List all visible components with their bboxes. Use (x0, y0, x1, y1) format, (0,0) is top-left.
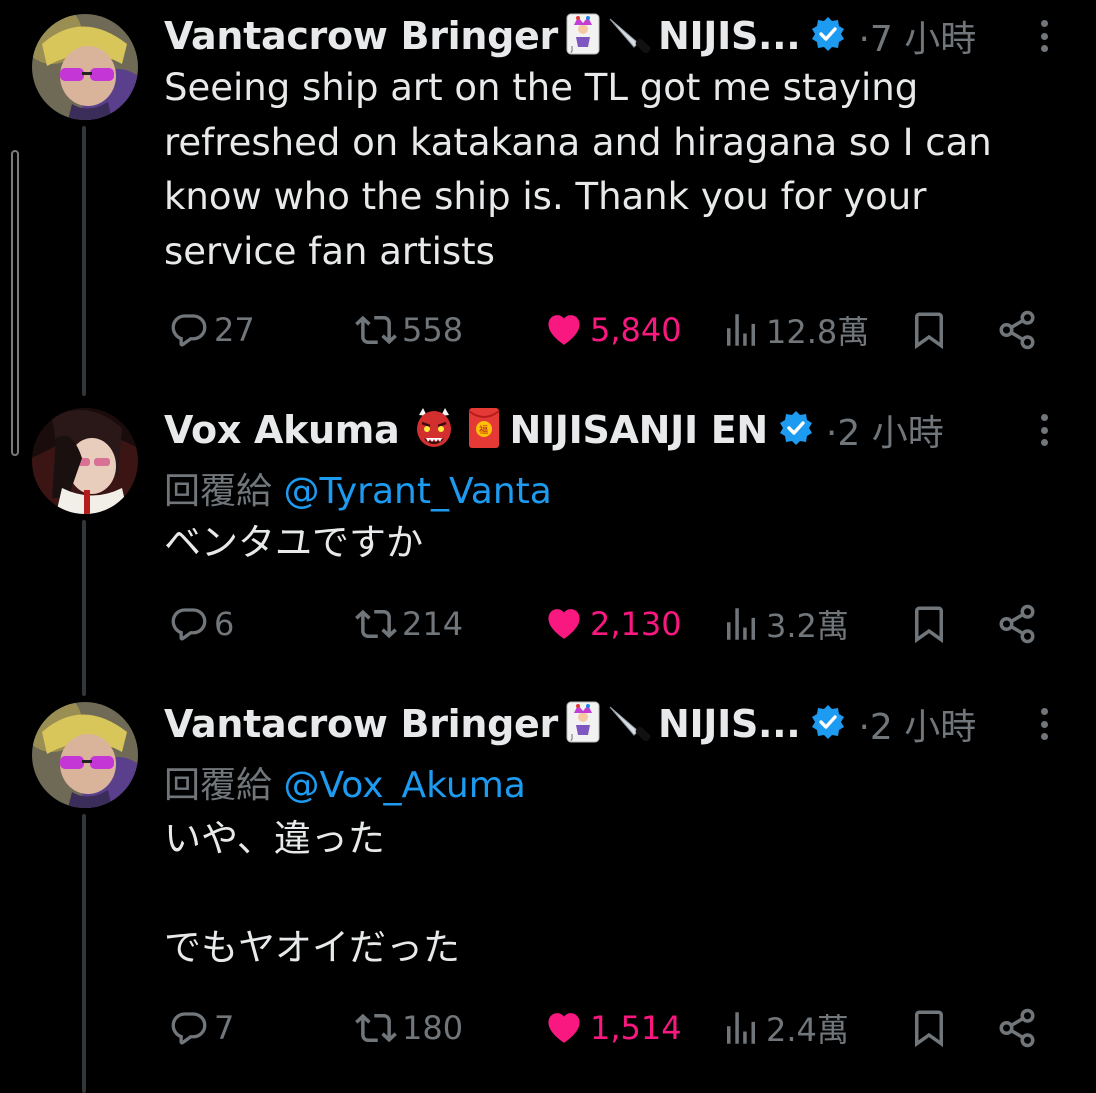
joker-card-icon: J (564, 13, 602, 59)
reply-to-line: 回覆給 @Vox_Akuma (164, 756, 526, 808)
reply-to-line: 回覆給 @Tyrant_Vanta (164, 462, 552, 514)
display-name-suffix[interactable]: NIJISANJI EN (509, 408, 768, 452)
reply-icon (171, 314, 207, 347)
display-name[interactable]: Vantacrow Bringer (164, 702, 558, 746)
reply-to-label: 回覆給 (164, 765, 273, 806)
bookmark-icon (915, 312, 943, 350)
share-icon (999, 1008, 1035, 1048)
knife-icon (608, 701, 652, 747)
oni-mask-icon (413, 407, 455, 453)
reply-count: 6 (214, 605, 235, 643)
tweet[interactable]: Vantacrow Bringer J NIJIS... (0, 696, 1096, 1093)
tweet-actions: 7 180 1,514 2.4萬 (164, 1003, 1044, 1053)
tweet-actions: 27 558 5,840 12.8萬 (164, 305, 1044, 355)
heart-icon (548, 315, 580, 345)
reply-icon (171, 1012, 207, 1045)
retweet-count: 558 (402, 311, 464, 349)
knife-icon (608, 13, 652, 59)
retweet-button[interactable]: 558 (354, 305, 463, 355)
views-icon (727, 1012, 755, 1044)
share-button[interactable] (996, 599, 1038, 649)
retweet-count: 214 (402, 605, 464, 643)
reply-to-label: 回覆給 (164, 471, 273, 512)
more-icon[interactable] (1032, 412, 1056, 448)
retweet-count: 180 (402, 1009, 464, 1047)
verified-badge-icon (810, 16, 846, 56)
reply-to-handle[interactable]: @Tyrant_Vanta (283, 471, 551, 512)
views-count: 2.4萬 (766, 1011, 849, 1049)
display-name[interactable]: Vantacrow Bringer (164, 14, 558, 58)
bookmark-button[interactable] (908, 305, 950, 355)
reply-count: 7 (214, 1009, 235, 1047)
timestamp[interactable]: ·2 小時 (858, 698, 976, 750)
tweet-header: Vox Akuma 福 NIJISANJI EN ·2 小時 (164, 402, 944, 458)
share-button[interactable] (996, 1003, 1038, 1053)
retweet-icon (355, 315, 397, 345)
reply-button[interactable]: 7 (168, 1003, 234, 1053)
reply-to-handle[interactable]: @Vox_Akuma (283, 765, 525, 806)
like-button[interactable]: 2,130 (542, 599, 682, 649)
display-name-suffix[interactable]: NIJIS... (658, 14, 801, 58)
share-icon (999, 604, 1035, 644)
more-icon[interactable] (1032, 706, 1056, 742)
bookmark-icon (915, 606, 943, 644)
red-envelope-icon: 福 (467, 407, 501, 453)
views-count: 3.2萬 (766, 607, 849, 645)
reply-button[interactable]: 6 (168, 599, 234, 649)
tweet-header: Vantacrow Bringer J NIJIS... (164, 696, 976, 752)
verified-badge-icon (778, 410, 814, 450)
svg-text:J: J (570, 45, 573, 53)
reply-button[interactable]: 27 (168, 305, 255, 355)
svg-text:福: 福 (479, 424, 488, 436)
tweet-text: Seeing ship art on the TL got me staying… (164, 66, 992, 273)
avatar[interactable] (32, 408, 138, 514)
timestamp[interactable]: ·2 小時 (826, 404, 944, 456)
heart-icon (548, 609, 580, 639)
views-button[interactable]: 12.8萬 (720, 305, 869, 355)
share-button[interactable] (996, 305, 1038, 355)
tweet[interactable]: Vantacrow Bringer J NIJIS... (0, 8, 1096, 388)
svg-text:J: J (570, 733, 573, 741)
display-name-suffix[interactable]: NIJIS... (658, 702, 801, 746)
tweet-text: ベンタユですか (164, 521, 423, 564)
views-icon (727, 314, 755, 346)
tweet-header: Vantacrow Bringer J NIJIS... (164, 8, 976, 64)
reply-icon (171, 608, 207, 641)
like-count: 5,840 (590, 311, 682, 349)
share-icon (999, 310, 1035, 350)
retweet-icon (355, 1013, 397, 1043)
retweet-button[interactable]: 214 (354, 599, 463, 649)
verified-badge-icon (810, 704, 846, 744)
tweet-actions: 6 214 2,130 3.2萬 (164, 599, 1044, 649)
avatar[interactable] (32, 14, 138, 120)
tweet-text: いや、違った でもヤオイだった (164, 817, 460, 969)
joker-card-icon: J (564, 701, 602, 747)
avatar[interactable] (32, 702, 138, 808)
timestamp[interactable]: ·7 小時 (858, 10, 976, 62)
bookmark-button[interactable] (908, 1003, 950, 1053)
bookmark-icon (915, 1010, 943, 1048)
views-count: 12.8萬 (766, 313, 870, 351)
display-name[interactable]: Vox Akuma (164, 408, 400, 452)
heart-icon (548, 1013, 580, 1043)
retweet-button[interactable]: 180 (354, 1003, 463, 1053)
like-button[interactable]: 1,514 (542, 1003, 682, 1053)
like-count: 2,130 (590, 605, 682, 643)
retweet-icon (355, 609, 397, 639)
like-count: 1,514 (590, 1009, 682, 1047)
views-icon (727, 608, 755, 640)
views-button[interactable]: 3.2萬 (720, 599, 849, 649)
views-button[interactable]: 2.4萬 (720, 1003, 849, 1053)
more-icon[interactable] (1032, 18, 1056, 54)
like-button[interactable]: 5,840 (542, 305, 682, 355)
bookmark-button[interactable] (908, 599, 950, 649)
tweet[interactable]: Vox Akuma 福 NIJISANJI EN ·2 小時 回覆給 @Tyra… (0, 402, 1096, 692)
reply-count: 27 (214, 311, 255, 349)
